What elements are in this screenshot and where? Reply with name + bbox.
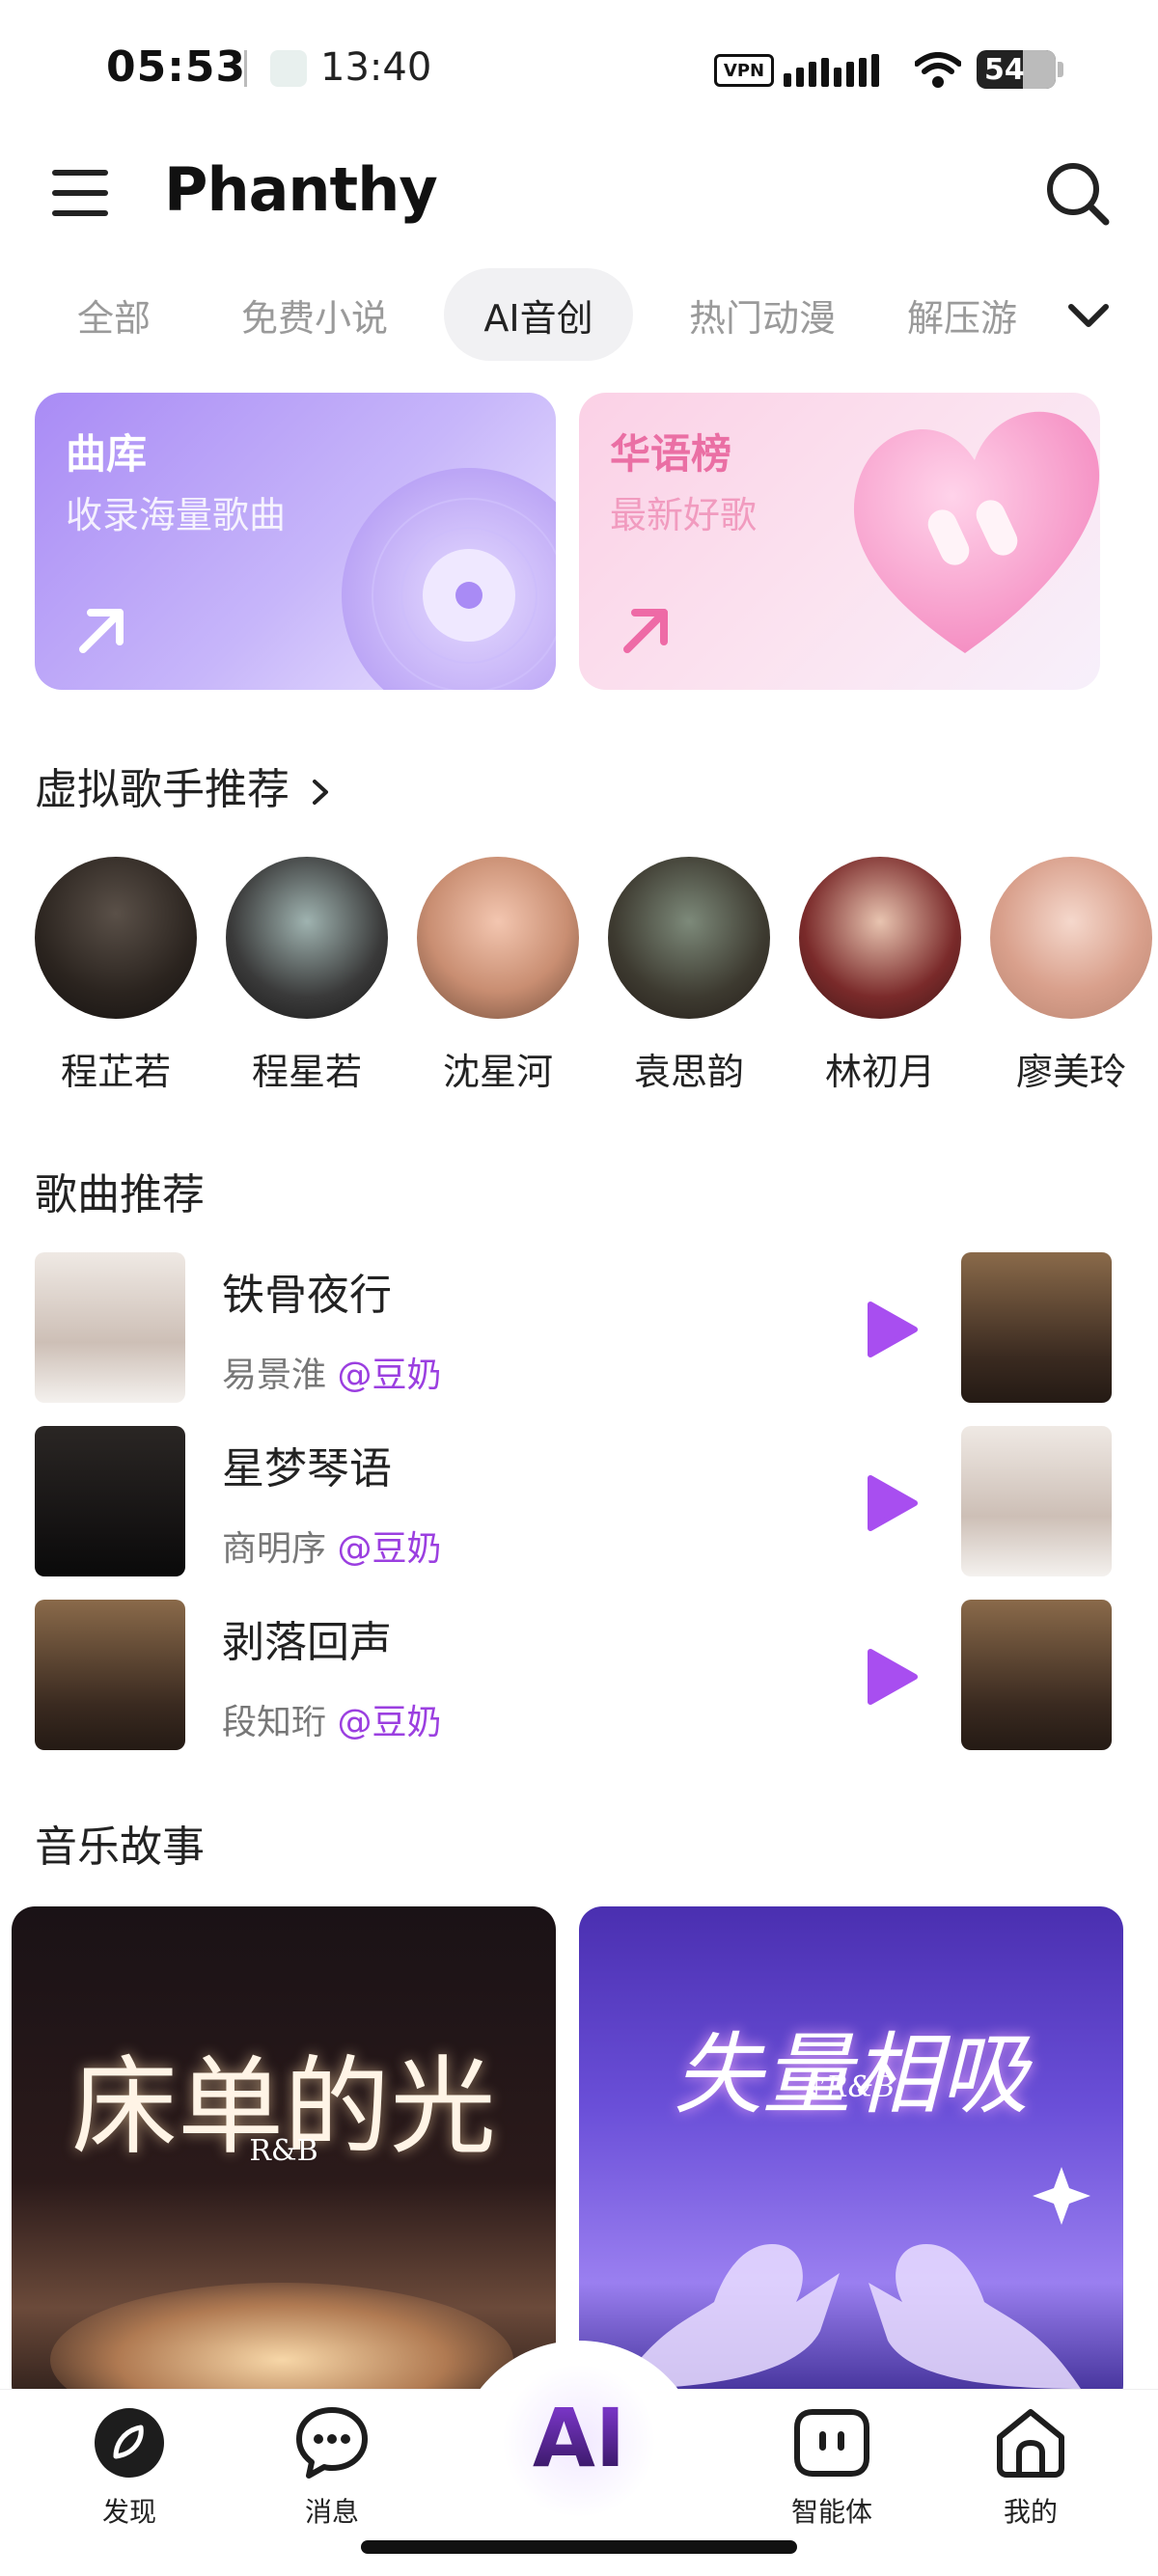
status-secondary-time: 13:40: [320, 45, 432, 90]
card-title: 华语榜: [610, 430, 732, 478]
status-time: 05:53: [106, 42, 247, 92]
status-divider: [244, 50, 247, 87]
compass-icon: [95, 2408, 164, 2478]
singer-name: 程芷若: [60, 1051, 171, 1093]
section-title-songs: 歌曲推荐: [35, 1170, 205, 1219]
home-icon: [997, 2409, 1064, 2478]
story-subtitle: ♪R&B: [807, 2070, 896, 2104]
category-tabs: 全部 免费小说 AI音创 热门动漫 解压游: [0, 268, 1158, 365]
avatar: [417, 857, 579, 1019]
search-icon[interactable]: [1044, 160, 1112, 228]
tab-hot-anime[interactable]: 热门动漫: [666, 268, 859, 361]
singer-name: 袁思韵: [633, 1051, 744, 1093]
song-row[interactable]: 剥落回声 段知珩 @豆奶: [35, 1600, 1116, 1750]
singer-item[interactable]: 林初月: [799, 857, 961, 1095]
nav-label: 消息: [304, 2496, 359, 2528]
chat-bubble-icon: [296, 2407, 368, 2479]
artist-name: 商明序: [222, 1529, 327, 1569]
song-cover: [35, 1426, 185, 1576]
section-title-text: 虚拟歌手推荐: [35, 765, 290, 814]
signal-icon: [784, 52, 879, 87]
song-artist: 易景淮 @豆奶: [222, 1347, 441, 1397]
agent-bot-icon: [794, 2409, 869, 2477]
song-artist: 段知珩 @豆奶: [222, 1694, 441, 1744]
card-title: 曲库: [66, 430, 148, 478]
avatar: [799, 857, 961, 1019]
nav-me[interactable]: 我的: [963, 2406, 1098, 2530]
play-icon[interactable]: [859, 1299, 921, 1360]
heart-mascot-icon: [853, 411, 1100, 653]
vinyl-disc-icon: [342, 468, 556, 690]
singer-name: 廖美玲: [1015, 1051, 1126, 1093]
nav-label: 发现: [101, 2496, 156, 2528]
chevron-down-icon[interactable]: [1067, 303, 1110, 330]
chinese-chart-card[interactable]: 华语榜 最新好歌: [579, 393, 1100, 690]
battery-icon: 54: [977, 50, 1056, 89]
play-icon[interactable]: [859, 1472, 921, 1534]
story-subtitle: R&B: [249, 2134, 318, 2168]
song-cover: [35, 1600, 185, 1750]
nav-label: 智能体: [790, 2496, 872, 2528]
story-card[interactable]: 失量相吸 ♪R&B: [579, 1906, 1123, 2408]
singer-name: 沈星河: [442, 1051, 553, 1093]
app-title: Phanthy: [164, 154, 438, 225]
card-subtitle: 收录海量歌曲: [66, 494, 287, 536]
home-indicator[interactable]: [361, 2540, 797, 2554]
song-row[interactable]: 星梦琴语 商明序 @豆奶: [35, 1426, 1116, 1576]
singer-item[interactable]: 袁思韵: [608, 857, 770, 1095]
tab-ai-music[interactable]: AI音创: [444, 268, 633, 361]
artist-name: 易景淮: [222, 1356, 327, 1395]
avatar: [35, 857, 197, 1019]
avatar: [226, 857, 388, 1019]
avatar: [608, 857, 770, 1019]
section-title-stories: 音乐故事: [35, 1822, 205, 1872]
singer-thumbnail[interactable]: [961, 1252, 1112, 1403]
singer-name: 林初月: [824, 1051, 935, 1093]
section-title-singers[interactable]: 虚拟歌手推荐: [35, 754, 332, 816]
app-notification-icon: [270, 50, 307, 87]
singer-thumbnail[interactable]: [961, 1600, 1112, 1750]
arrow-up-right-icon: [79, 609, 124, 653]
song-artist: 商明序 @豆奶: [222, 1521, 441, 1571]
wifi-icon: [915, 52, 961, 88]
singer-item[interactable]: 沈星河: [417, 857, 579, 1095]
menu-icon[interactable]: [52, 168, 112, 218]
play-icon[interactable]: [859, 1646, 921, 1708]
nav-discover[interactable]: 发现: [62, 2406, 197, 2530]
singer-item[interactable]: 程星若: [226, 857, 388, 1095]
card-subtitle: 最新好歌: [610, 494, 758, 536]
song-cover: [35, 1252, 185, 1403]
nav-label: 我的: [1003, 2496, 1058, 2528]
nav-agents[interactable]: 智能体: [764, 2406, 899, 2530]
uploader-tag[interactable]: @豆奶: [337, 1356, 441, 1395]
singer-name: 程星若: [251, 1051, 362, 1093]
singer-item[interactable]: 廖美玲: [990, 857, 1152, 1095]
song-title: 铁骨夜行: [222, 1271, 392, 1320]
vpn-icon: VPN: [714, 54, 774, 87]
story-artwork: [618, 2167, 1090, 2389]
singer-thumbnail[interactable]: [961, 1426, 1112, 1576]
battery-tip: [1058, 62, 1063, 77]
uploader-tag[interactable]: @豆奶: [337, 1529, 441, 1569]
song-row[interactable]: 铁骨夜行 易景淮 @豆奶: [35, 1252, 1116, 1403]
battery-level: 54: [984, 52, 1025, 87]
song-title: 剥落回声: [222, 1618, 392, 1667]
arrow-up-right-icon: [623, 609, 668, 653]
uploader-tag[interactable]: @豆奶: [337, 1703, 441, 1742]
nav-messages[interactable]: 消息: [264, 2406, 400, 2530]
artist-name: 段知珩: [222, 1703, 327, 1742]
song-title: 星梦琴语: [222, 1444, 392, 1494]
tab-free-novels[interactable]: 免费小说: [218, 268, 411, 361]
avatar: [990, 857, 1152, 1019]
story-card[interactable]: 床单的光 R&B: [12, 1906, 556, 2408]
chevron-right-icon: [313, 780, 328, 805]
story-title: 失量相吸: [673, 2023, 1029, 2126]
music-library-card[interactable]: 曲库 收录海量歌曲: [35, 393, 556, 690]
singer-item[interactable]: 程芷若: [35, 857, 197, 1095]
ai-center-button[interactable]: AI: [502, 2391, 656, 2485]
tab-all[interactable]: 全部: [56, 268, 172, 361]
